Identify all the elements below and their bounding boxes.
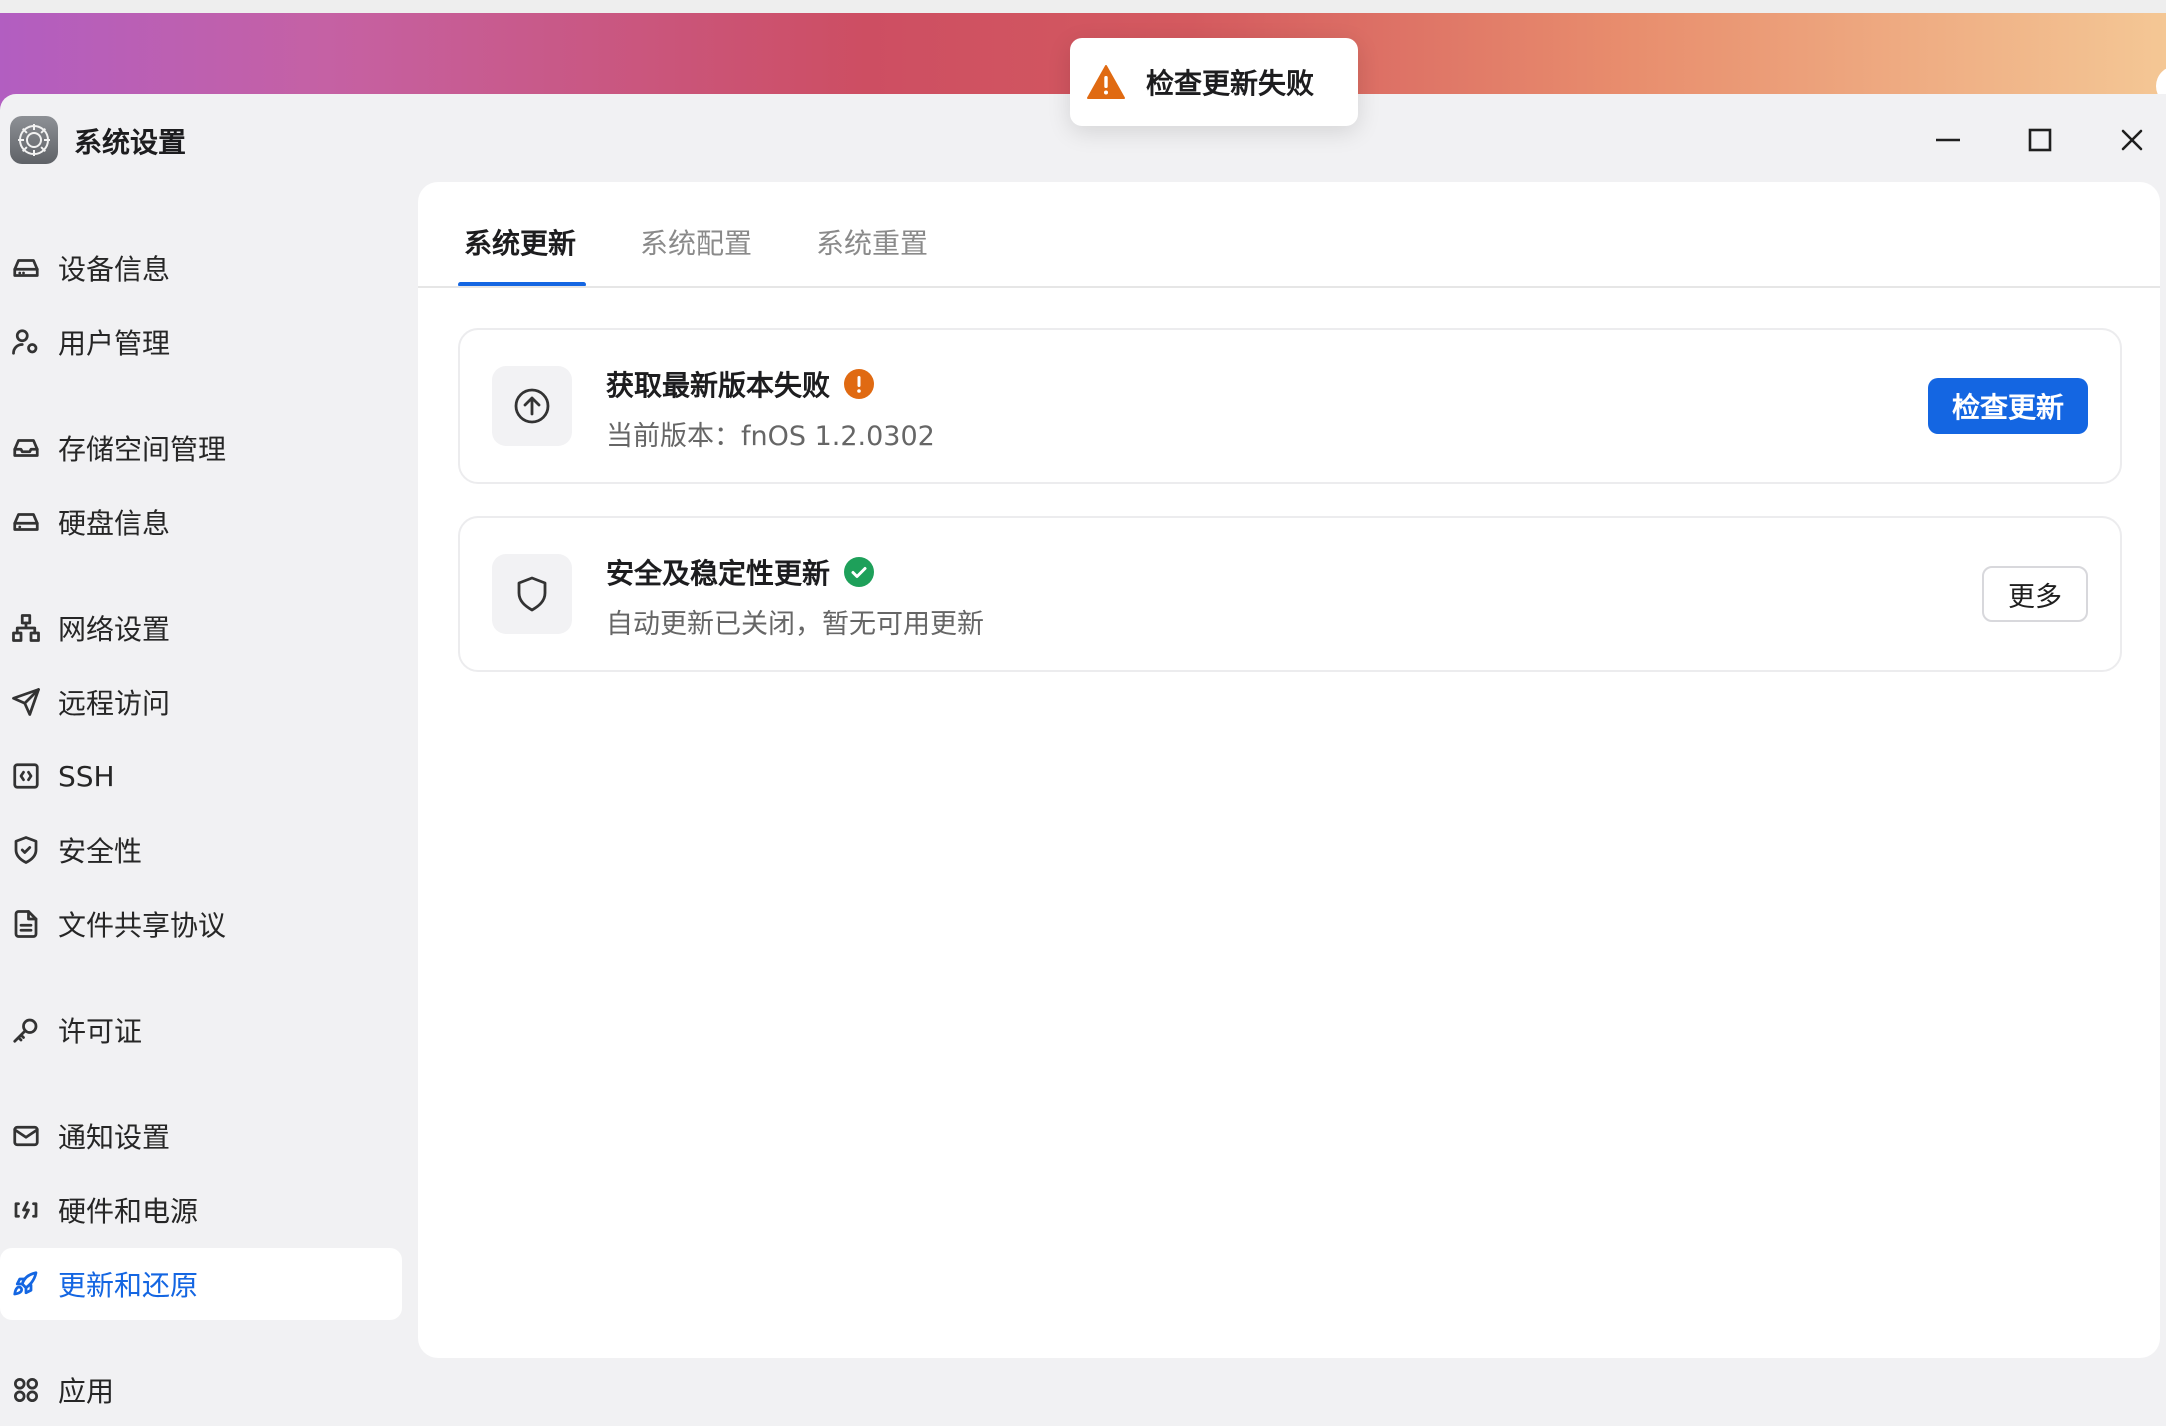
error-toast: 检查更新失败 xyxy=(1070,38,1358,126)
apps-grid-icon xyxy=(10,1374,42,1406)
close-button[interactable] xyxy=(2106,114,2158,166)
network-icon xyxy=(10,612,42,644)
sidebar-item-label: SSH xyxy=(58,759,115,793)
sidebar-item-notifications[interactable]: 通知设置 xyxy=(0,1100,402,1172)
sidebar-item-remote-access[interactable]: 远程访问 xyxy=(0,666,402,738)
settings-window: 系统设置 设备信息 用户管理 存储空间管理 硬盘信息 网络设置 远程访问 SSH… xyxy=(0,94,2166,1408)
sidebar-item-label: 远程访问 xyxy=(58,687,171,720)
user-settings-icon xyxy=(10,326,42,358)
sidebar-item-label: 文件共享协议 xyxy=(58,909,227,942)
settings-gear-icon xyxy=(10,116,58,164)
sidebar-item-label: 更新和还原 xyxy=(58,1269,199,1302)
security-card-title-row: 安全及稳定性更新 xyxy=(606,552,875,592)
sidebar-item-file-sharing[interactable]: 文件共享协议 xyxy=(0,888,402,960)
sidebar-item-disk-info[interactable]: 硬盘信息 xyxy=(0,486,402,558)
mail-icon xyxy=(10,1120,42,1152)
top-bar xyxy=(0,0,2166,13)
maximize-button[interactable] xyxy=(2014,114,2066,166)
sidebar-item-user-management[interactable]: 用户管理 xyxy=(0,306,402,378)
power-plug-icon xyxy=(10,1194,42,1226)
sidebar-item-update-restore[interactable]: 更新和还原 xyxy=(0,1248,402,1320)
sidebar-item-label: 许可证 xyxy=(58,1015,143,1048)
hard-disk-icon xyxy=(10,506,42,538)
upload-circle-icon xyxy=(492,366,572,446)
sidebar-item-label: 安全性 xyxy=(58,835,143,868)
toast-message: 检查更新失败 xyxy=(1146,67,1315,100)
version-card-title: 获取最新版本失败 xyxy=(606,369,831,402)
more-button[interactable]: 更多 xyxy=(1982,566,2088,622)
sidebar-item-license[interactable]: 许可证 xyxy=(0,994,402,1066)
minimize-button[interactable] xyxy=(1922,114,1974,166)
close-icon xyxy=(2121,129,2143,151)
tab-system-config[interactable]: 系统配置 xyxy=(640,222,752,262)
check-update-button[interactable]: 检查更新 xyxy=(1928,378,2088,434)
security-card-title: 安全及稳定性更新 xyxy=(606,557,831,590)
security-update-card: 安全及稳定性更新 自动更新已关闭，暂无可用更新 更多 xyxy=(458,516,2122,672)
sidebar-item-ssh[interactable]: SSH xyxy=(0,740,402,812)
warning-triangle-icon xyxy=(1086,64,1126,100)
sidebar-item-label: 存储空间管理 xyxy=(58,433,227,466)
sidebar-item-label: 硬盘信息 xyxy=(58,507,171,540)
minimize-icon xyxy=(1936,138,1960,142)
device-drive-icon xyxy=(10,252,42,284)
sidebar-item-label: 应用 xyxy=(58,1375,115,1408)
shield-icon xyxy=(492,554,572,634)
auto-update-status-text: 自动更新已关闭，暂无可用更新 xyxy=(606,609,984,640)
version-card-title-row: 获取最新版本失败 xyxy=(606,364,875,404)
storage-inbox-icon xyxy=(10,432,42,464)
terminal-code-icon xyxy=(10,760,42,792)
sidebar-item-device-info[interactable]: 设备信息 xyxy=(0,232,402,304)
maximize-icon xyxy=(2028,128,2052,152)
shield-check-icon xyxy=(10,834,42,866)
sidebar-item-label: 用户管理 xyxy=(58,327,171,360)
check-circle-icon xyxy=(844,557,875,587)
tab-divider xyxy=(418,286,2160,288)
sidebar-item-label: 网络设置 xyxy=(58,613,171,646)
version-card: 获取最新版本失败 当前版本：fnOS 1.2.0302 检查更新 xyxy=(458,328,2122,484)
send-icon xyxy=(10,686,42,718)
main-panel: 系统更新 系统配置 系统重置 获取最新版本失败 当前版本：fnOS 1.2.03… xyxy=(418,182,2160,1358)
rocket-icon xyxy=(10,1268,42,1300)
current-version-text: 当前版本：fnOS 1.2.0302 xyxy=(606,421,935,452)
sidebar-item-network[interactable]: 网络设置 xyxy=(0,592,402,664)
warning-circle-icon xyxy=(844,369,875,399)
sidebar-item-label: 设备信息 xyxy=(58,253,171,286)
window-title: 系统设置 xyxy=(74,126,187,159)
sidebar: 设备信息 用户管理 存储空间管理 硬盘信息 网络设置 远程访问 SSH 安全性 xyxy=(0,182,416,1408)
tab-system-update[interactable]: 系统更新 xyxy=(464,222,576,262)
sidebar-item-label: 硬件和电源 xyxy=(58,1195,199,1228)
sidebar-item-storage[interactable]: 存储空间管理 xyxy=(0,412,402,484)
sidebar-item-label: 通知设置 xyxy=(58,1121,171,1154)
sidebar-item-hardware-power[interactable]: 硬件和电源 xyxy=(0,1174,402,1246)
sidebar-item-apps[interactable]: 应用 xyxy=(0,1354,402,1426)
file-text-icon xyxy=(10,908,42,940)
key-icon xyxy=(10,1014,42,1046)
tab-system-reset[interactable]: 系统重置 xyxy=(816,222,928,262)
sidebar-item-security[interactable]: 安全性 xyxy=(0,814,402,886)
